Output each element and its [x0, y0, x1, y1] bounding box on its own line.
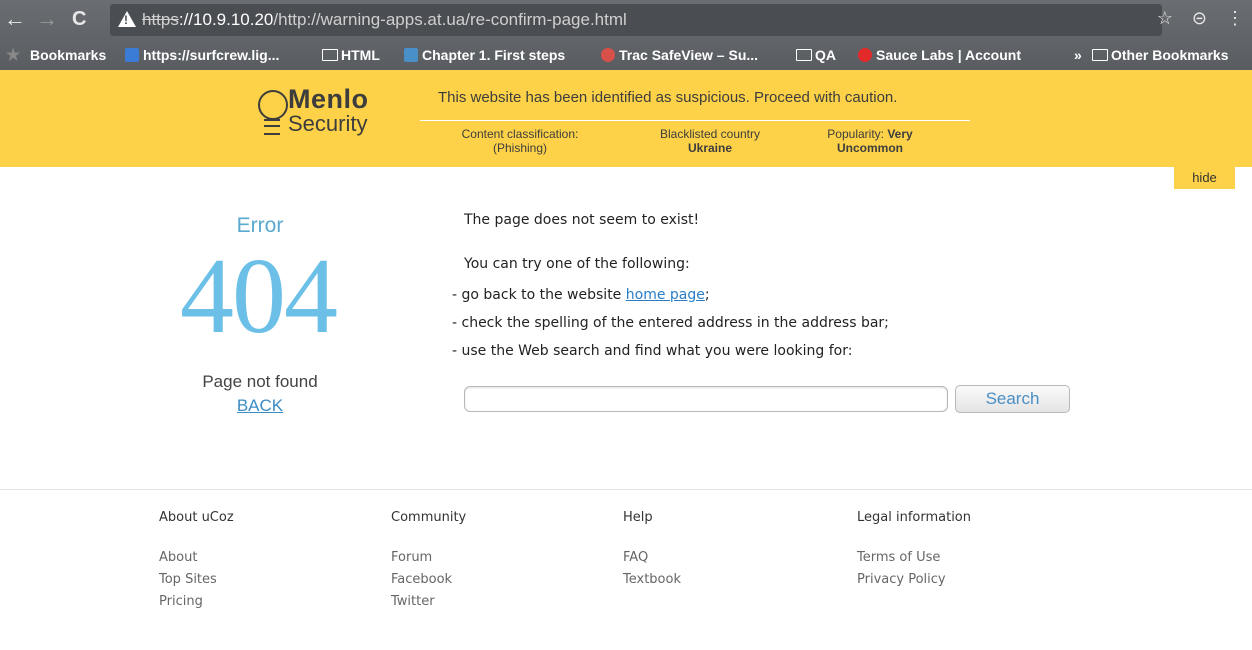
- logo-text-security: Security: [288, 111, 368, 136]
- lightbulb-base: [264, 119, 280, 135]
- url-text: https://10.9.10.20/http://warning-apps.a…: [142, 10, 627, 30]
- footer-column-legal: Legal information Terms of Use Privacy P…: [857, 510, 971, 591]
- footer-heading: Legal information: [857, 510, 972, 525]
- folder-icon: [796, 49, 812, 61]
- suggestions-intro: You can try one of the following:: [464, 256, 690, 272]
- menlo-warning-banner: [0, 70, 1252, 167]
- banner-divider: [420, 120, 970, 121]
- footer-column-help: Help FAQ Textbook: [623, 510, 681, 591]
- hide-banner-button[interactable]: hide: [1174, 167, 1235, 189]
- bookmark-star-icon[interactable]: ☆: [1157, 8, 1173, 28]
- bookmarks-overflow-chevron-icon[interactable]: »: [1074, 47, 1082, 63]
- browser-chrome: ← → C https://10.9.10.20/http://warning-…: [0, 0, 1252, 70]
- bookmark-text: Trac SafeView – Su...: [619, 47, 759, 63]
- warning-message: This website has been identified as susp…: [438, 89, 898, 106]
- footer-heading: About uCoz: [159, 510, 234, 525]
- suggestion-home: - go back to the website home page;: [452, 287, 710, 303]
- page-not-found-text: Page not found: [202, 372, 318, 391]
- suggestion-text: - go back to the website: [452, 287, 626, 303]
- footer-link-textbook[interactable]: Textbook: [623, 569, 681, 591]
- bookmark-text: https://surfcrew.lig...: [143, 47, 280, 63]
- toolbar: ← → C https://10.9.10.20/http://warning-…: [0, 0, 1252, 40]
- star-icon: ★: [6, 47, 21, 64]
- classification-value: (Phishing): [492, 141, 548, 155]
- site-favicon-icon: [404, 48, 418, 62]
- suggestion-punct: ;: [704, 287, 710, 303]
- url-protocol: https: [142, 10, 179, 29]
- more-menu-icon[interactable]: ⋮: [1226, 8, 1244, 28]
- bookmark-text: Chapter 1. First steps: [422, 47, 566, 63]
- back-arrow-icon[interactable]: ←: [4, 6, 26, 32]
- back-link[interactable]: BACK: [210, 396, 310, 416]
- account-icon[interactable]: ⊝: [1192, 8, 1207, 28]
- classification-label: Content classification:: [461, 127, 579, 141]
- popularity-label: Popularity:: [827, 127, 884, 141]
- site-favicon-icon: [125, 48, 139, 62]
- footer-link-about[interactable]: About: [159, 547, 234, 569]
- bookmark-folder-html[interactable]: HTML: [322, 47, 380, 63]
- sauce-labs-icon: [858, 48, 872, 62]
- footer-link-faq[interactable]: FAQ: [623, 547, 681, 569]
- trac-icon: [601, 48, 615, 62]
- bookmark-chapter[interactable]: Chapter 1. First steps: [404, 47, 565, 63]
- toolbar-actions: ☆ ⊝ ⋮: [1143, 8, 1244, 29]
- lightbulb-icon: [258, 90, 288, 120]
- blacklisted-country: Blacklisted country Ukraine: [630, 127, 790, 155]
- error-headline: The page does not seem to exist!: [464, 212, 700, 228]
- bookmark-folder-qa[interactable]: QA: [796, 47, 836, 63]
- url-path: /http://warning-apps.at.ua/re-confirm-pa…: [273, 10, 627, 29]
- reload-icon[interactable]: C: [72, 6, 86, 32]
- error-code: 404: [180, 237, 338, 356]
- footer-link-forum[interactable]: Forum: [391, 547, 466, 569]
- bookmark-text: Sauce Labs | Account: [876, 47, 1021, 63]
- folder-icon: [1092, 49, 1108, 61]
- popularity-value-2: Uncommon: [837, 141, 903, 155]
- bookmark-label[interactable]: Bookmarks: [30, 47, 106, 63]
- suggestion-search: - use the Web search and find what you w…: [452, 343, 853, 359]
- footer-column-community: Community Forum Facebook Twitter: [391, 510, 466, 613]
- suggestion-spelling: - check the spelling of the entered addr…: [452, 315, 889, 331]
- url-host: ://10.9.10.20: [178, 10, 274, 29]
- bookmark-folder-other[interactable]: Other Bookmarks: [1092, 47, 1228, 63]
- bookmark-trac[interactable]: Trac SafeView – Su...: [601, 47, 758, 63]
- bookmark-sauce-labs[interactable]: Sauce Labs | Account: [858, 47, 1021, 63]
- footer-column-about: About uCoz About Top Sites Pricing: [159, 510, 234, 613]
- popularity-value: Very: [887, 127, 913, 141]
- popularity: Popularity: Very Uncommon: [800, 127, 940, 155]
- footer-link-pricing[interactable]: Pricing: [159, 591, 234, 613]
- bookmark-text: Other Bookmarks: [1111, 47, 1229, 63]
- folder-icon: [322, 49, 338, 61]
- footer-link-privacy[interactable]: Privacy Policy: [857, 569, 971, 591]
- bookmarks-bar: ★ Bookmarks https://surfcrew.lig... HTML…: [0, 40, 1252, 70]
- footer-heading: Community: [391, 510, 467, 525]
- footer-heading: Help: [623, 510, 653, 525]
- bookmark-surfcrew[interactable]: https://surfcrew.lig...: [125, 47, 279, 63]
- footer-link-facebook[interactable]: Facebook: [391, 569, 466, 591]
- footer-link-twitter[interactable]: Twitter: [391, 591, 466, 613]
- country-value: Ukraine: [687, 141, 733, 155]
- bookmark-text: HTML: [341, 47, 380, 63]
- content-classification: Content classification: (Phishing): [440, 127, 600, 155]
- search-button[interactable]: Search: [955, 385, 1070, 413]
- forward-arrow-icon[interactable]: →: [36, 6, 58, 32]
- footer-link-top-sites[interactable]: Top Sites: [159, 569, 234, 591]
- country-label: Blacklisted country: [659, 127, 761, 141]
- footer-link-terms[interactable]: Terms of Use: [857, 547, 971, 569]
- search-input[interactable]: [464, 386, 948, 412]
- footer-divider: [0, 489, 1252, 490]
- security-warning-icon[interactable]: [118, 11, 136, 27]
- bookmark-text: QA: [815, 47, 836, 63]
- address-bar[interactable]: https://10.9.10.20/http://warning-apps.a…: [110, 4, 1162, 36]
- home-page-link[interactable]: home page: [626, 287, 705, 303]
